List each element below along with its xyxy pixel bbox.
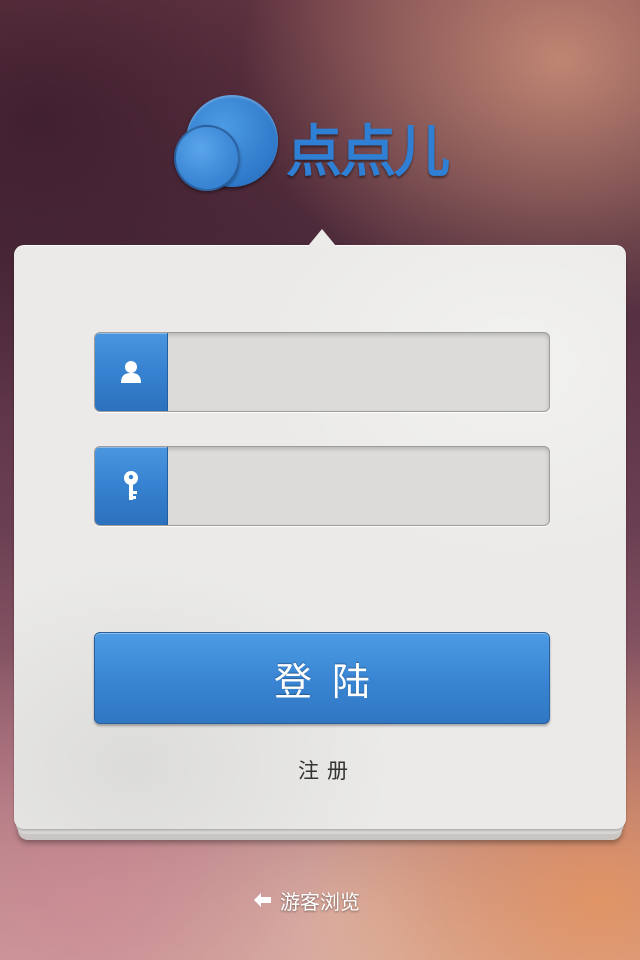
guest-browse-label: 游客浏览 (280, 889, 360, 914)
login-button[interactable]: 登陆 (94, 632, 550, 724)
key-icon (124, 471, 138, 500)
password-field[interactable] (94, 446, 550, 526)
username-input[interactable] (169, 333, 545, 411)
password-icon-box (95, 447, 168, 525)
logo-circle-small (174, 125, 240, 191)
logo-text: 点点儿 (286, 120, 450, 185)
register-link[interactable]: 注册 (270, 755, 384, 787)
username-field[interactable] (94, 332, 550, 412)
password-input[interactable] (169, 447, 545, 525)
app-logo: 点点儿 (174, 93, 474, 193)
arrow-left-icon (254, 893, 271, 907)
login-button-label: 登陆 (273, 659, 390, 704)
user-icon (121, 361, 141, 383)
guest-browse-link[interactable]: 游客浏览 (254, 884, 394, 916)
card-pointer-arrow (308, 229, 336, 246)
username-icon-box (95, 333, 168, 411)
